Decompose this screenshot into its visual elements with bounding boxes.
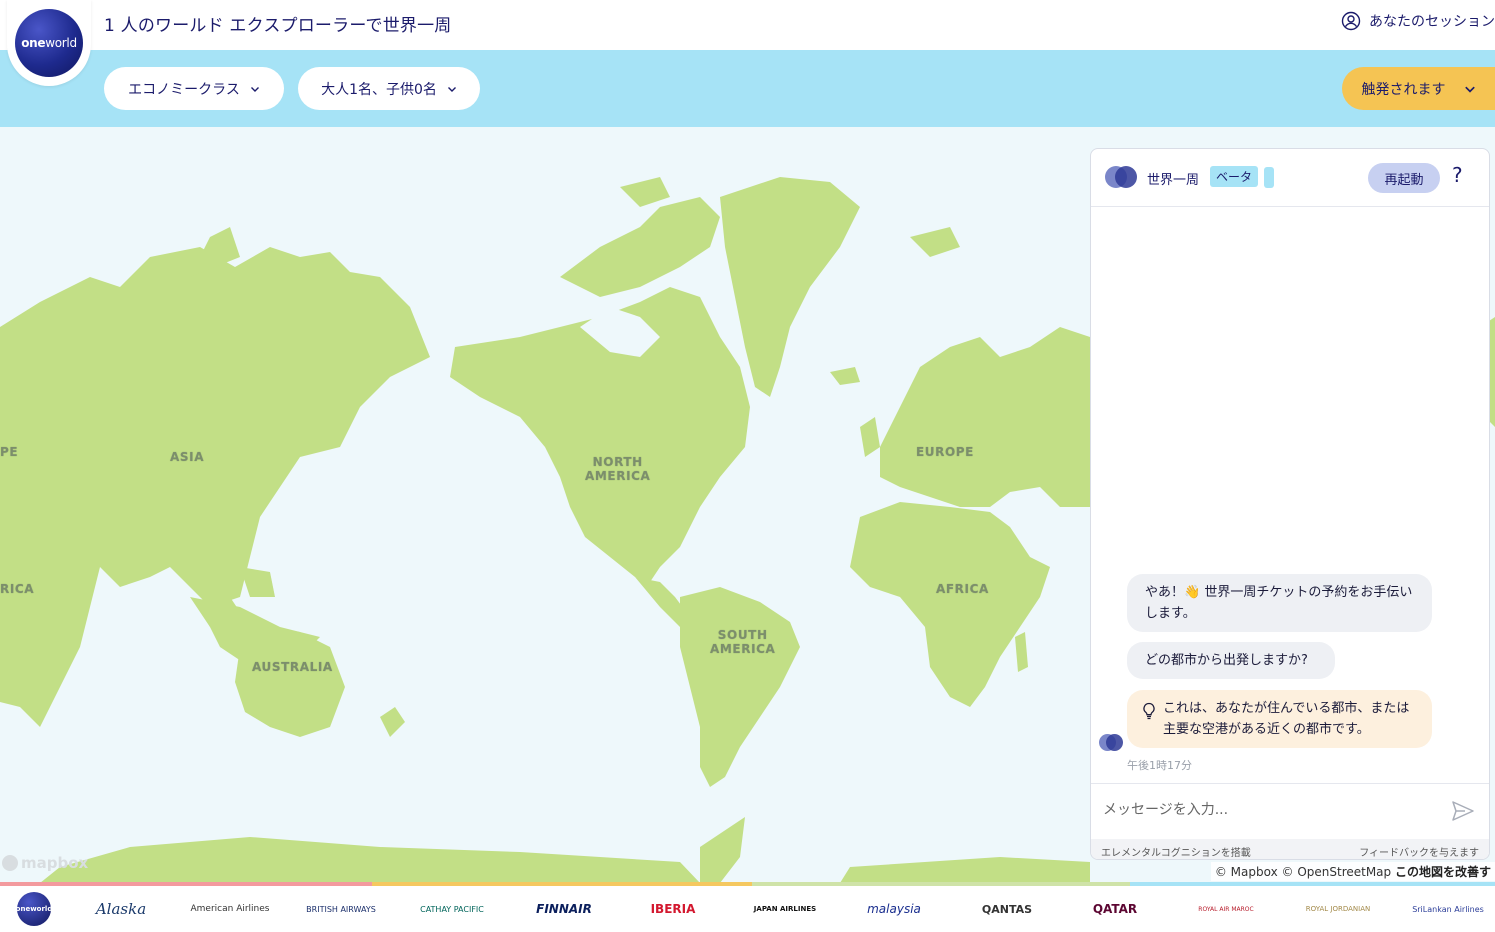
label-north-america-line1: NORTH bbox=[592, 455, 643, 469]
mapbox-icon bbox=[2, 855, 18, 871]
airline-cathay-pacific[interactable]: CATHAY PACIFIC bbox=[418, 886, 486, 932]
airline-srilankan[interactable]: SriLankan Airlines bbox=[1408, 886, 1488, 932]
logo-mark: one world bbox=[15, 9, 83, 77]
feedback-link[interactable]: フィードバックを与えます bbox=[1359, 844, 1479, 859]
chat-panel: 世界一周 ベータ 再起動 ? やあ！👋 世界一周チケットの予約をお手伝いします。… bbox=[1090, 148, 1490, 860]
top-header: 1 人のワールド エクスプローラーで世界一周 あなたのセッション bbox=[0, 0, 1495, 50]
mapbox-logo-text: mapbox bbox=[21, 854, 89, 872]
restart-button[interactable]: 再起動 bbox=[1368, 163, 1440, 193]
oneworld-logo[interactable]: one world bbox=[7, 0, 91, 86]
airline-royal-air-maroc[interactable]: ROYAL AIR MAROC bbox=[1196, 886, 1256, 932]
chevron-down-icon bbox=[447, 86, 456, 92]
improve-map-link[interactable]: この地図を改善す bbox=[1395, 865, 1491, 879]
send-icon[interactable] bbox=[1451, 800, 1475, 822]
chevron-down-icon bbox=[1464, 86, 1475, 93]
chat-message: やあ！👋 世界一周チケットの予約をお手伝いします。 bbox=[1127, 574, 1432, 632]
message-input[interactable] bbox=[1103, 798, 1443, 822]
airline-finnair[interactable]: FINNAIR bbox=[530, 886, 598, 932]
departure-dropdown[interactable]: 触発されます bbox=[1342, 67, 1495, 110]
page-title: 1 人のワールド エクスプローラーで世界一周 bbox=[104, 16, 452, 36]
beta-badge-tail bbox=[1264, 167, 1274, 188]
session-label: あなたのセッション bbox=[1369, 14, 1495, 30]
label-europe: EUROPE bbox=[916, 445, 974, 459]
airline-iberia[interactable]: IBERIA bbox=[638, 886, 708, 932]
logo-text-light: world bbox=[45, 36, 77, 50]
label-africa: AFRICA bbox=[936, 582, 989, 596]
mapbox-logo[interactable]: mapbox bbox=[2, 854, 88, 872]
departure-label: 触発されます bbox=[1361, 81, 1446, 98]
help-icon[interactable]: ? bbox=[1452, 163, 1463, 187]
chevron-down-icon bbox=[250, 86, 259, 92]
airline-logos-bar: oneworld Alaska American Airlines BRITIS… bbox=[0, 886, 1495, 932]
user-circle-icon bbox=[1341, 11, 1361, 31]
session-button[interactable]: あなたのセッション bbox=[1341, 11, 1495, 31]
airline-royal-jordanian[interactable]: ROYAL JORDANIAN bbox=[1300, 886, 1376, 932]
airline-qantas[interactable]: QANTAS bbox=[970, 886, 1044, 932]
label-north-america-line2: AMERICA bbox=[585, 469, 651, 483]
label-south-america-line1: SOUTH bbox=[717, 628, 768, 642]
chat-message: どの都市から出発しますか? bbox=[1127, 642, 1335, 679]
oneworld-mini-logo: oneworld bbox=[16, 892, 52, 926]
label-north-america: NORTH AMERICA bbox=[585, 455, 650, 483]
logo-text-bold: one bbox=[21, 36, 46, 50]
chat-title: 世界一周 bbox=[1147, 173, 1200, 188]
airline-british-airways[interactable]: BRITISH AIRWAYS bbox=[302, 886, 380, 932]
airline-oneworld[interactable]: oneworld bbox=[16, 886, 52, 932]
filter-bar: エコノミークラス 大人1名、子供0名 触発されます bbox=[0, 50, 1495, 127]
label-edge-africa: RICA bbox=[0, 582, 35, 596]
attribution-text[interactable]: © Mapbox © OpenStreetMap bbox=[1215, 865, 1391, 879]
label-asia: ASIA bbox=[170, 450, 205, 464]
passengers-label: 大人1名、子供0名 bbox=[321, 81, 437, 98]
airline-malaysia[interactable]: malaysia bbox=[858, 886, 930, 932]
label-south-america-line2: AMERICA bbox=[710, 642, 776, 656]
label-south-america: SOUTH AMERICA bbox=[710, 628, 775, 656]
tip-text: これは、あなたが住んでいる都市、または主要な空港がある近くの都市です。 bbox=[1163, 701, 1410, 737]
chat-input-row bbox=[1091, 783, 1489, 839]
lightbulb-icon bbox=[1143, 702, 1155, 720]
passengers-dropdown[interactable]: 大人1名、子供0名 bbox=[298, 67, 480, 110]
bot-avatar bbox=[1105, 166, 1137, 188]
powered-by-link[interactable]: エレメンタルコグニションを搭載 bbox=[1101, 844, 1251, 859]
chat-message-tip: これは、あなたが住んでいる都市、または主要な空港がある近くの都市です。 bbox=[1127, 690, 1432, 748]
airline-american[interactable]: American Airlines bbox=[190, 886, 270, 932]
cabin-class-label: エコノミークラス bbox=[128, 81, 240, 98]
chat-header: 世界一周 ベータ 再起動 ? bbox=[1091, 149, 1489, 207]
airline-qatar[interactable]: QATAR bbox=[1086, 886, 1144, 932]
map-attribution: © Mapbox © OpenStreetMap この地図を改善す bbox=[1210, 862, 1495, 881]
label-australia: AUSTRALIA bbox=[252, 660, 333, 674]
label-edge-europe: PE bbox=[0, 445, 19, 459]
beta-badge: ベータ bbox=[1210, 166, 1259, 187]
airline-jal[interactable]: JAPAN AIRLINES bbox=[750, 886, 820, 932]
bot-avatar-small bbox=[1099, 734, 1123, 751]
chat-footer: エレメンタルコグニションを搭載 フィードバックを与えます bbox=[1091, 839, 1489, 859]
cabin-class-dropdown[interactable]: エコノミークラス bbox=[104, 67, 284, 110]
airline-alaska[interactable]: Alaska bbox=[86, 886, 156, 932]
message-timestamp: 午後1時17分 bbox=[1127, 759, 1192, 772]
